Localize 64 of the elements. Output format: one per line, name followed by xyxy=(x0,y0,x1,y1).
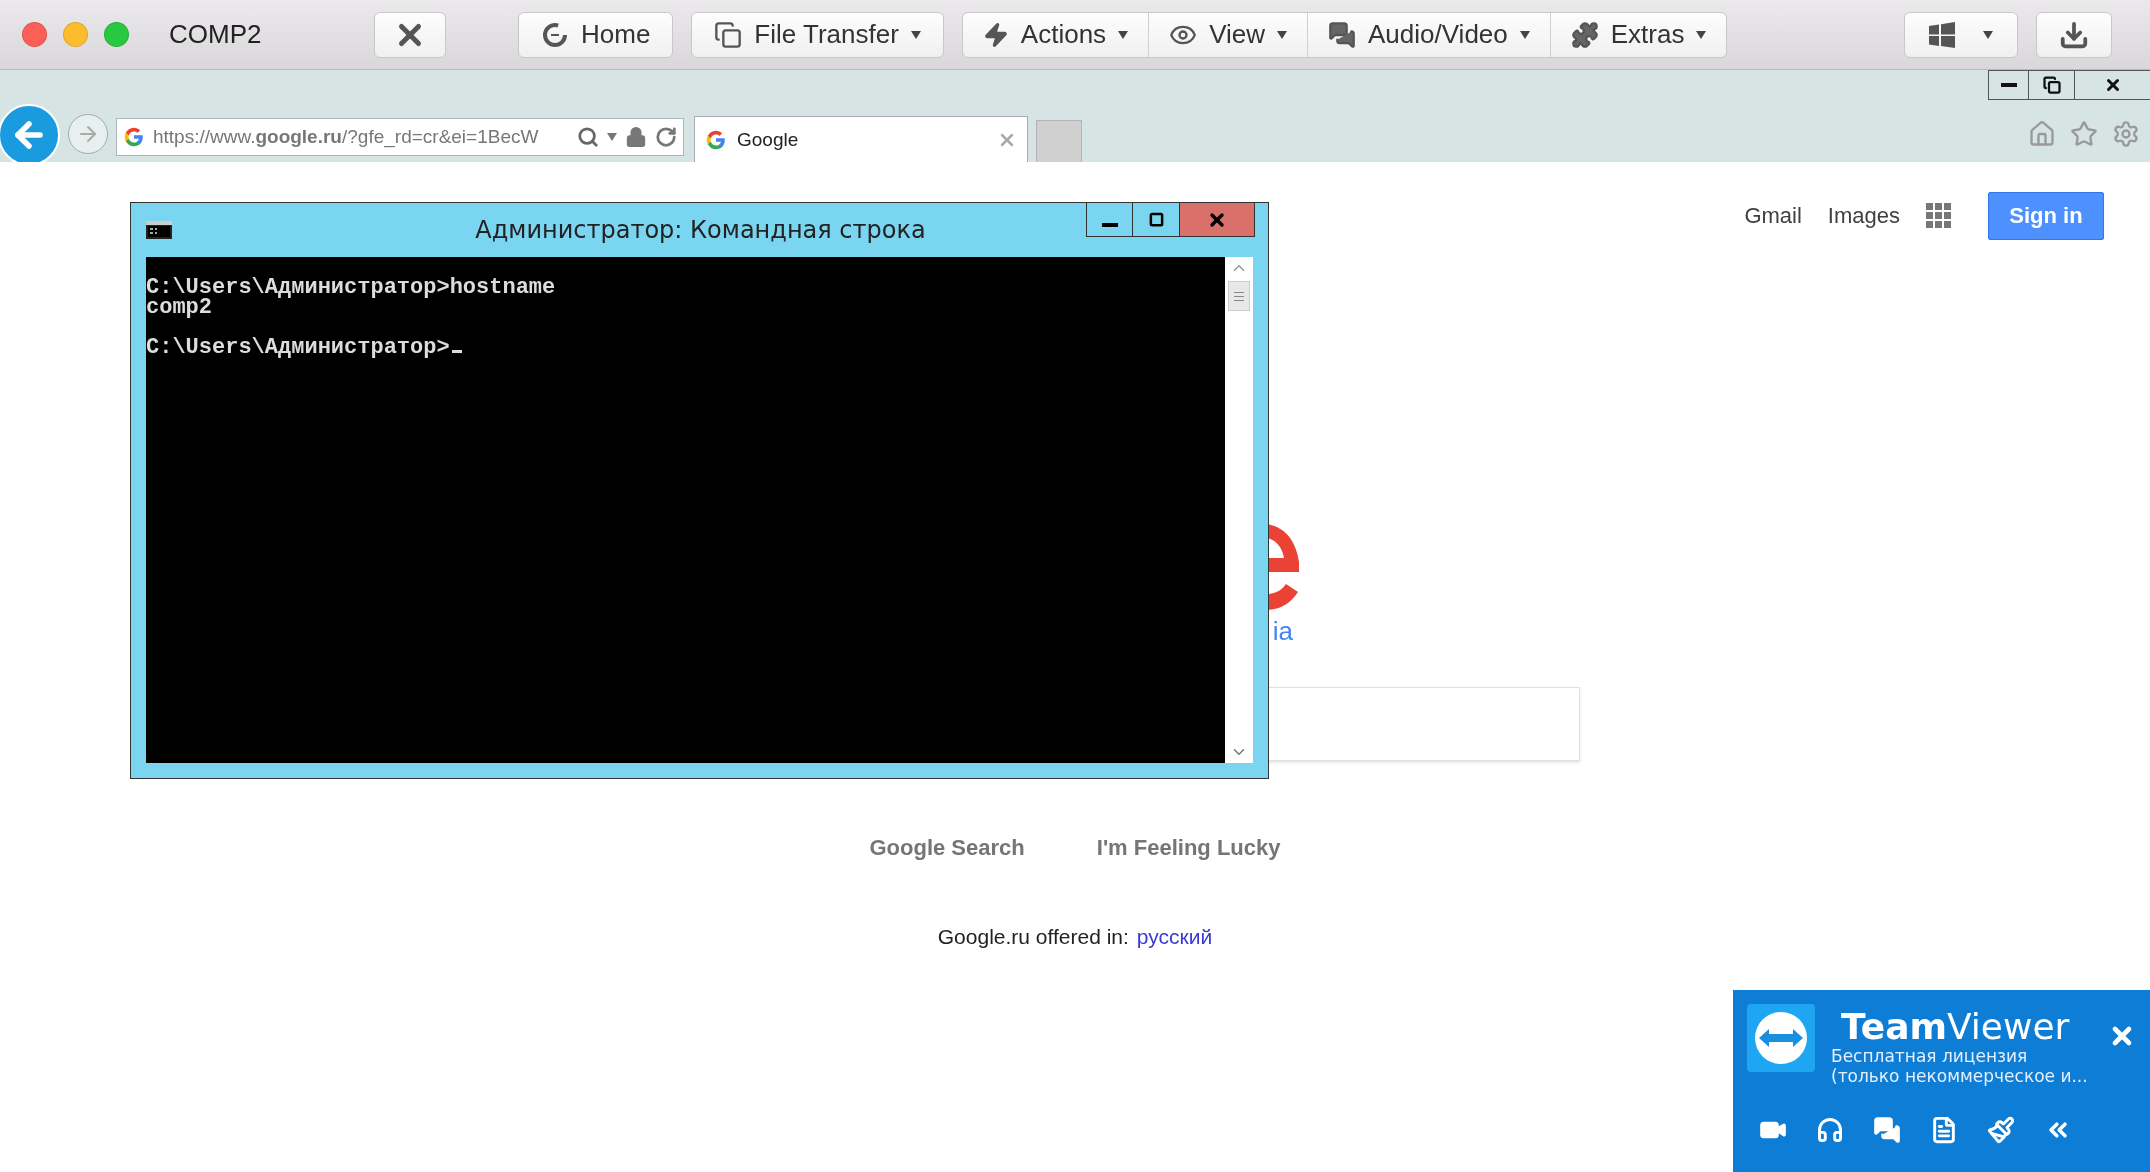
home-icon[interactable] xyxy=(2028,120,2056,148)
apps-grid-icon[interactable] xyxy=(1926,203,1952,229)
chat-icon xyxy=(1328,20,1356,49)
toolbar-button[interactable]: Audio/Video xyxy=(1307,12,1550,57)
refresh-icon[interactable] xyxy=(655,126,677,148)
documents-icon xyxy=(714,20,743,49)
console-output: comp2 xyxy=(146,298,212,318)
window-title: COMP2 xyxy=(169,19,263,50)
windows-icon xyxy=(1929,21,1955,48)
toolbar-button[interactable]: View xyxy=(1148,12,1307,57)
header-link[interactable]: Gmail xyxy=(1744,203,1802,229)
windows-button[interactable] xyxy=(1904,11,2018,58)
lock-icon xyxy=(625,126,647,148)
license-text: (только некоммерческое и... xyxy=(1831,1066,2089,1086)
console-icon xyxy=(146,221,172,239)
restore-button[interactable] xyxy=(2028,70,2074,100)
restore-icon xyxy=(2042,76,2061,94)
star-icon[interactable] xyxy=(2070,120,2098,148)
maximize-icon xyxy=(1148,212,1164,227)
headset-icon[interactable] xyxy=(1816,1116,1844,1144)
download-icon xyxy=(2059,19,2089,50)
language-link[interactable]: русский xyxy=(1136,925,1213,948)
panel-title: TeamViewer xyxy=(1841,1008,2071,1046)
minimize-icon xyxy=(1101,222,1118,227)
caret-icon[interactable] xyxy=(607,133,617,141)
brush-icon[interactable] xyxy=(1987,1116,2015,1144)
download-button[interactable] xyxy=(2036,11,2112,58)
minimize-button[interactable] xyxy=(1988,70,2028,100)
site-icon xyxy=(123,126,145,148)
region-text: ia xyxy=(1271,616,1293,647)
document-icon[interactable] xyxy=(1930,1116,1958,1144)
maximize-button[interactable] xyxy=(1133,203,1180,237)
search-icon[interactable] xyxy=(577,126,599,148)
tab-title: Google xyxy=(737,128,800,151)
zoom-window-button[interactable] xyxy=(104,22,129,47)
minimize-icon xyxy=(2000,83,2017,87)
url-text: https://www.google.ru/?gfe_rd=cr&ei=1BecW xyxy=(153,126,540,148)
scrollbar[interactable] xyxy=(1225,257,1253,763)
address-field[interactable]: https://www.google.ru/?gfe_rd=cr&ei=1BecW xyxy=(116,118,684,156)
language-offer-text: Google.ru offered in: русский xyxy=(937,925,1213,949)
close-window-button[interactable] xyxy=(22,22,47,47)
close-button[interactable] xyxy=(1180,203,1255,237)
console-title: Администратор: Командная строка xyxy=(474,216,927,244)
close-button[interactable] xyxy=(2074,70,2150,100)
circle-icon xyxy=(541,20,569,49)
settings-icon[interactable] xyxy=(2112,120,2140,148)
site-icon xyxy=(705,128,727,151)
console-line: C:\Users\Администратор>hostname xyxy=(146,278,557,298)
toolbar-button[interactable]: File Transfer xyxy=(691,11,944,58)
license-text: Бесплатная лицензия xyxy=(1831,1046,2029,1066)
console-line: C:\Users\Администратор> xyxy=(146,338,1225,358)
scroll-thumb[interactable] xyxy=(1228,281,1250,311)
browser-tab[interactable]: Google xyxy=(694,116,1028,162)
logo-icon xyxy=(1747,1004,1815,1072)
lightning-icon xyxy=(982,21,1009,48)
chat-icon[interactable] xyxy=(1873,1116,1901,1144)
puzzle-icon xyxy=(1570,20,1599,49)
toolbar-button[interactable]: Home xyxy=(518,11,674,58)
search-field[interactable] xyxy=(1268,687,1580,761)
toolbar-button[interactable]: Extras xyxy=(1549,12,1727,57)
toolbar-button[interactable]: Actions xyxy=(962,12,1149,57)
minimize-button[interactable] xyxy=(1086,203,1133,237)
close-session-button[interactable] xyxy=(374,11,446,58)
header-link[interactable]: Images xyxy=(1827,203,1900,229)
